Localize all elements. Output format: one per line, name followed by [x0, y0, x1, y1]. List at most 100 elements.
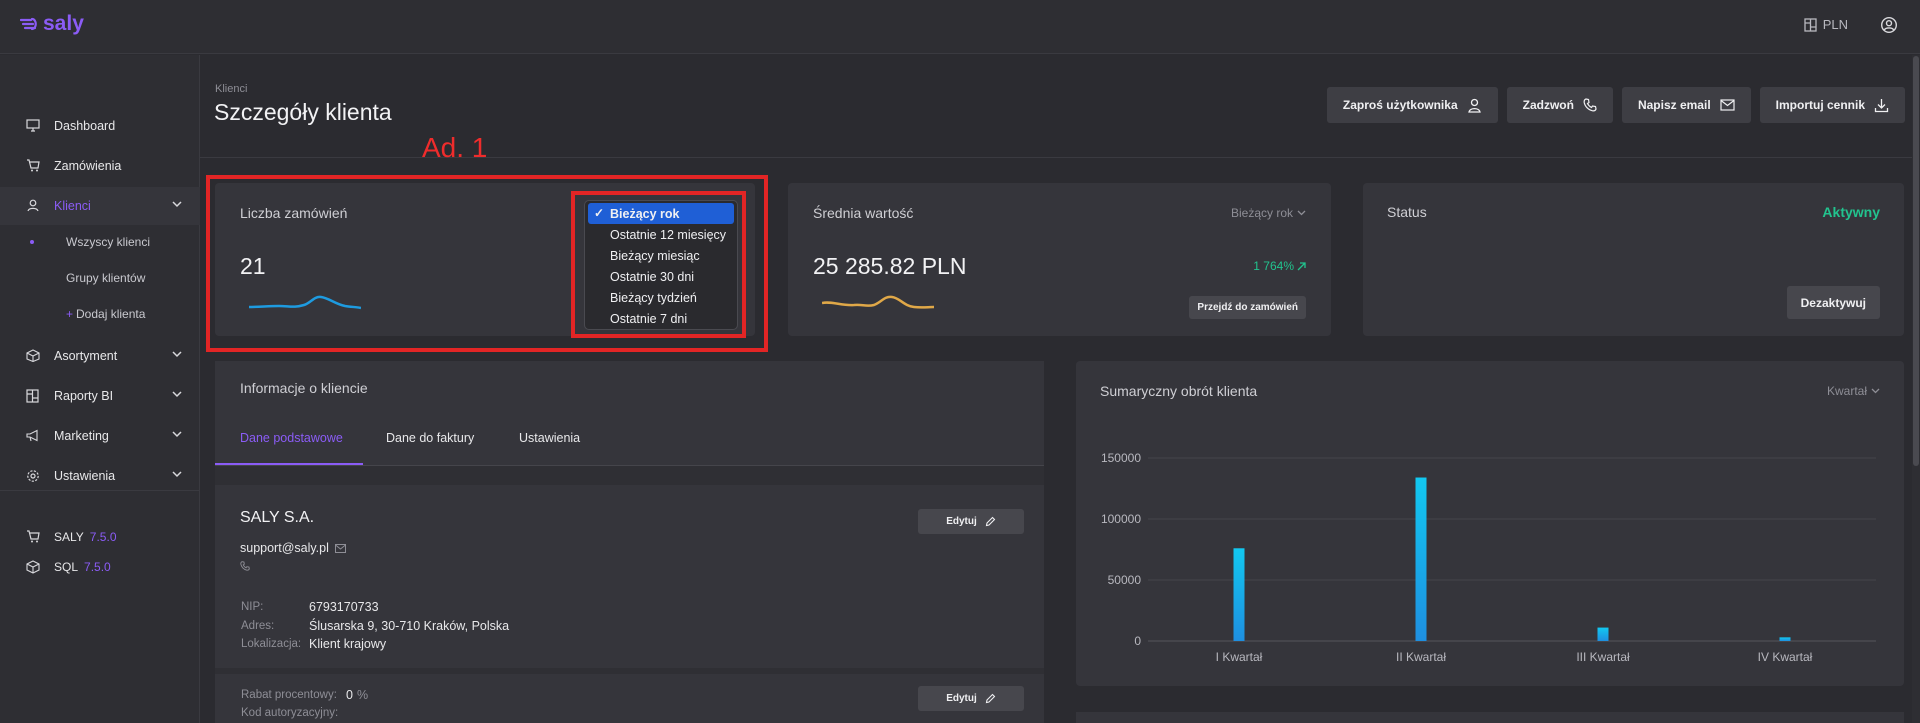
- currency-label: PLN: [1822, 17, 1848, 32]
- average-value-card: Średnia wartość Bieżący rok 25 285.82 PL…: [788, 183, 1331, 336]
- bar[interactable]: [1233, 548, 1245, 641]
- database-icon: [26, 560, 40, 574]
- edit-discount-button[interactable]: Edytuj: [918, 686, 1024, 711]
- sidebar-subitem-label: Dodaj klienta: [76, 307, 146, 321]
- x-tick-label: III Kwartał: [1576, 650, 1630, 664]
- version-sql: SQL 7.5.0: [0, 555, 200, 579]
- button-label: Edytuj: [946, 693, 977, 704]
- user-icon: [1467, 98, 1481, 113]
- card-title: Status: [1387, 204, 1427, 220]
- button-label: Zadzwoń: [1522, 98, 1574, 112]
- deactivate-button[interactable]: Dezaktywuj: [1786, 286, 1880, 319]
- version-name: SALY: [54, 530, 84, 544]
- sidebar-divider: [0, 490, 200, 491]
- breadcrumb[interactable]: Klienci: [215, 83, 247, 95]
- sidebar: Dashboard Zamówienia Klienci Wszyscy kli…: [0, 55, 200, 723]
- gear-icon: [27, 470, 39, 482]
- button-label: Importuj cennik: [1775, 98, 1865, 112]
- tab-invoice-data[interactable]: Dane do faktury: [386, 431, 474, 445]
- tab-settings[interactable]: Ustawienia: [519, 431, 580, 445]
- sidebar-item-label: Dashboard: [54, 119, 116, 133]
- nip-label: NIP:: [241, 601, 264, 613]
- trend-value: 1 764%: [1253, 259, 1294, 273]
- sidebar-item-label: Klienci: [54, 199, 91, 213]
- client-email[interactable]: support@saly.pl: [240, 541, 346, 555]
- annotation-inner-box: [571, 191, 746, 338]
- address-label: Adres:: [241, 620, 275, 632]
- phone-icon: [1583, 98, 1597, 112]
- turnover-chart-card: Sumaryczny obrót klienta Kwartał 0 50000 1…: [1076, 361, 1904, 686]
- email-value: support@saly.pl: [240, 541, 329, 555]
- version-label: SALY 7.5.0: [54, 530, 117, 544]
- sidebar-subitem-all-clients[interactable]: Wszyscy klienci: [0, 227, 200, 257]
- plus-sign: +: [66, 307, 74, 321]
- invite-user-button[interactable]: Zaproś użytkownika: [1326, 87, 1498, 123]
- button-label: Napisz email: [1637, 98, 1711, 112]
- chevron-down-icon: [172, 431, 182, 438]
- page-scrollbar-thumb[interactable]: [1913, 56, 1919, 466]
- y-tick-label: 0: [1134, 634, 1141, 648]
- location-label: Lokalizacja:: [241, 638, 302, 650]
- cart-icon: [27, 159, 40, 172]
- write-email-button[interactable]: Napisz email: [1621, 87, 1751, 123]
- report-icon: [26, 389, 39, 403]
- edit-basic-data-button[interactable]: Edytuj: [918, 509, 1024, 534]
- company-name: SALY S.A.: [240, 509, 315, 526]
- active-dot: [30, 240, 34, 244]
- currency-switch[interactable]: PLN: [1804, 17, 1848, 32]
- sidebar-item-assortment[interactable]: Asortyment: [0, 337, 200, 375]
- bar[interactable]: [1415, 477, 1427, 641]
- chevron-down-icon: [172, 351, 182, 358]
- period-label: Bieżący rok: [1230, 206, 1293, 220]
- discount-number: 0: [346, 688, 353, 702]
- annotation-label: Ad. 1: [422, 132, 488, 163]
- auth-code-label: Kod autoryzacyjny:: [241, 707, 339, 719]
- call-button[interactable]: Zadzwoń: [1506, 87, 1613, 123]
- sidebar-item-label: Asortyment: [54, 349, 118, 363]
- sidebar-item-dashboard[interactable]: Dashboard: [0, 107, 200, 145]
- sidebar-subitem-add-client[interactable]: + Dodaj klienta: [0, 299, 200, 329]
- version-label: SQL 7.5.0: [54, 560, 111, 574]
- period-dropdown[interactable]: Bieżący rok: [1231, 206, 1306, 220]
- y-tick-label: 50000: [1108, 573, 1142, 587]
- logo-icon: [20, 17, 37, 31]
- logo[interactable]: saly: [20, 12, 84, 36]
- discount-unit: %: [356, 688, 369, 702]
- mail-icon: [334, 543, 346, 553]
- x-tick-label: IV Kwartał: [1758, 650, 1813, 664]
- sidebar-subitem-label: Wszyscy klienci: [66, 235, 151, 249]
- card-title: Średnia wartość: [813, 205, 914, 221]
- phone-icon[interactable]: [240, 561, 250, 571]
- turnover-bar-chart: 0 50000 100000 150000 I Kwartał II Kwartał III…: [1101, 451, 1876, 664]
- chevron-down-icon: [172, 201, 182, 208]
- sidebar-item-label: Zamówienia: [54, 159, 122, 173]
- download-icon: [1874, 98, 1889, 112]
- sidebar-item-bi-reports[interactable]: Raporty BI: [0, 377, 200, 415]
- sidebar-item-clients[interactable]: Klienci: [0, 187, 200, 225]
- account-icon[interactable]: [1880, 16, 1898, 39]
- chevron-down-icon: [172, 471, 182, 478]
- go-to-orders-button[interactable]: Przejdź do zamówień: [1189, 296, 1306, 319]
- arrow-up-right-icon: [1297, 261, 1306, 270]
- status-value: Aktywny: [1822, 204, 1880, 220]
- sidebar-item-marketing[interactable]: Marketing: [0, 417, 200, 455]
- version-saly: SALY 7.5.0: [0, 525, 200, 549]
- x-tick-label: I Kwartał: [1216, 650, 1263, 664]
- import-pricelist-button[interactable]: Importuj cennik: [1759, 87, 1905, 123]
- sidebar-subitem-client-groups[interactable]: Grupy klientów: [0, 263, 200, 293]
- tabs-divider: [215, 465, 1044, 466]
- average-sparkline: [822, 295, 934, 309]
- y-tick-label: 150000: [1101, 451, 1141, 465]
- y-tick-label: 100000: [1101, 512, 1141, 526]
- bar[interactable]: [1597, 627, 1609, 641]
- box-icon: [26, 349, 40, 362]
- location-value: Klient krajowy: [309, 637, 387, 651]
- bar[interactable]: [1779, 637, 1791, 641]
- sidebar-subitem-label: Grupy klientów: [66, 271, 146, 285]
- page-title: Szczegóły klienta: [214, 99, 392, 125]
- tab-basic-data[interactable]: Dane podstawowe: [240, 431, 343, 445]
- version-number: 7.5.0: [84, 560, 111, 574]
- button-label: Zaproś użytkownika: [1342, 98, 1458, 112]
- section-title: Informacje o kliencie: [240, 380, 368, 396]
- sidebar-item-orders[interactable]: Zamówienia: [0, 147, 200, 185]
